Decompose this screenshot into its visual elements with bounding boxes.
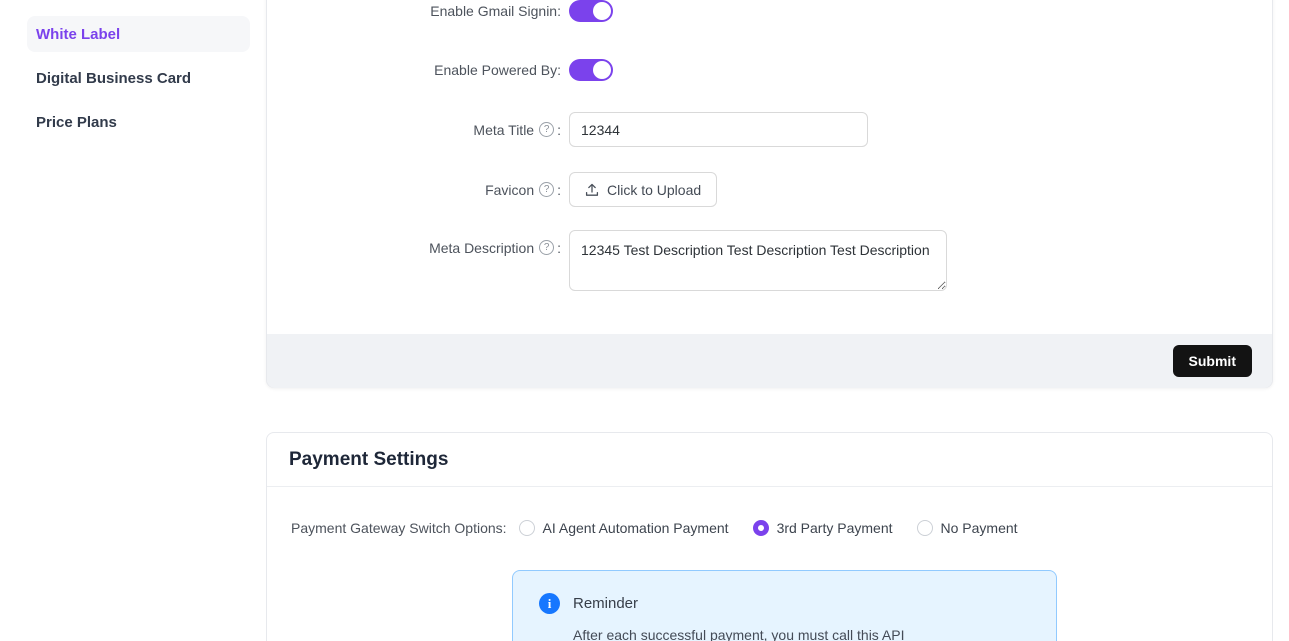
settings-sidebar: White Label Digital Business Card Price … xyxy=(27,16,250,148)
upload-button-label: Click to Upload xyxy=(607,182,701,198)
reminder-alert: i Reminder After each successful payment… xyxy=(512,570,1057,641)
sidebar-item-digital-business-card[interactable]: Digital Business Card xyxy=(27,60,250,96)
radio-option-label: AI Agent Automation Payment xyxy=(543,520,729,536)
gmail-signin-label: Enable Gmail Signin: xyxy=(267,3,561,19)
form-row-favicon: Favicon ? : Click to Upload xyxy=(267,172,1272,207)
sidebar-item-label: Price Plans xyxy=(36,114,117,131)
sidebar-item-label: Digital Business Card xyxy=(36,70,191,87)
form-row-powered-by: Enable Powered By: xyxy=(267,59,1272,81)
radio-option-label: No Payment xyxy=(941,520,1018,536)
sidebar-item-white-label[interactable]: White Label xyxy=(27,16,250,52)
white-label-form-card: Enable Gmail Signin: Enable Powered By: … xyxy=(266,0,1273,388)
powered-by-label: Enable Powered By: xyxy=(267,62,561,78)
form-row-meta-title: Meta Title ? : xyxy=(267,112,1272,147)
radio-option-label: 3rd Party Payment xyxy=(777,520,893,536)
meta-title-label: Meta Title ? : xyxy=(267,122,561,138)
favicon-label: Favicon ? : xyxy=(267,182,561,198)
form-footer: Submit xyxy=(267,334,1272,388)
toggle-knob xyxy=(593,2,611,20)
payment-gateway-options-label: Payment Gateway Switch Options: xyxy=(291,520,507,536)
gmail-signin-toggle[interactable] xyxy=(569,0,613,22)
upload-icon xyxy=(585,183,599,197)
form-row-meta-description: Meta Description ? : 12345 Test Descript… xyxy=(267,230,1272,291)
meta-title-input[interactable] xyxy=(569,112,868,147)
payment-settings-title: Payment Settings xyxy=(289,449,448,471)
radio-button[interactable] xyxy=(917,520,933,536)
powered-by-toggle[interactable] xyxy=(569,59,613,81)
favicon-upload-button[interactable]: Click to Upload xyxy=(569,172,717,207)
radio-button[interactable] xyxy=(519,520,535,536)
payment-settings-card: Payment Settings Payment Gateway Switch … xyxy=(266,432,1273,641)
reminder-body: After each successful payment, you must … xyxy=(573,627,904,641)
payment-gateway-options-row: Payment Gateway Switch Options: AI Agent… xyxy=(291,514,1034,542)
toggle-knob xyxy=(593,61,611,79)
radio-option-no-payment[interactable]: No Payment xyxy=(917,520,1018,536)
meta-description-label: Meta Description ? : xyxy=(267,230,561,256)
meta-description-textarea[interactable]: 12345 Test Description Test Description … xyxy=(569,230,947,291)
reminder-title: Reminder xyxy=(573,595,638,612)
payment-settings-header: Payment Settings xyxy=(267,433,1272,487)
radio-button-selected[interactable] xyxy=(753,520,769,536)
help-icon[interactable]: ? xyxy=(539,240,554,255)
sidebar-item-price-plans[interactable]: Price Plans xyxy=(27,104,250,140)
radio-option-3rd-party-payment[interactable]: 3rd Party Payment xyxy=(753,520,893,536)
help-icon[interactable]: ? xyxy=(539,122,554,137)
help-icon[interactable]: ? xyxy=(539,182,554,197)
info-icon: i xyxy=(539,593,560,614)
radio-option-ai-agent-automation-payment[interactable]: AI Agent Automation Payment xyxy=(519,520,729,536)
submit-button[interactable]: Submit xyxy=(1173,345,1252,377)
form-row-gmail-signin: Enable Gmail Signin: xyxy=(267,0,1272,22)
sidebar-item-label: White Label xyxy=(36,26,120,43)
